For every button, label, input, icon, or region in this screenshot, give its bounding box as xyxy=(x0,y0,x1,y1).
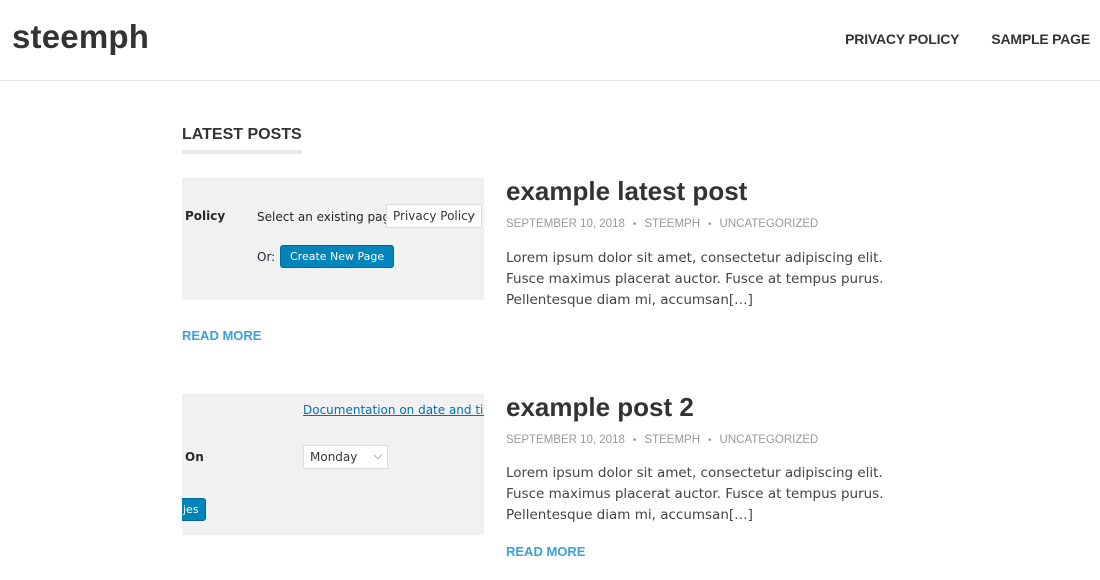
post-title[interactable]: example post 2 xyxy=(506,392,694,423)
thumb-partial-button: jes xyxy=(182,498,206,521)
meta-separator: • xyxy=(708,434,712,446)
thumb-label: Policy xyxy=(185,209,226,223)
thumb-doc-link: Documentation on date and time fo xyxy=(303,403,484,417)
post-date[interactable]: SEPTEMBER 10, 2018 xyxy=(506,218,625,230)
thumb-select-label: Select an existing page: xyxy=(257,210,402,224)
post-author[interactable]: STEEMPH xyxy=(644,434,700,446)
post-thumbnail[interactable]: Policy Select an existing page: Privacy … xyxy=(182,178,484,300)
post-thumbnail[interactable]: Documentation on date and time fo On Mon… xyxy=(182,394,484,535)
chevron-down-icon: ⌵ xyxy=(373,449,382,462)
post-meta: SEPTEMBER 10, 2018 • STEEMPH • UNCATEGOR… xyxy=(506,218,818,230)
read-more-link[interactable]: READ MORE xyxy=(182,328,261,343)
chevron-down-icon: ⌵ xyxy=(467,208,476,221)
thumb-label: On xyxy=(185,450,204,464)
site-header: steemph PRIVACY POLICY SAMPLE PAGE xyxy=(0,0,1100,81)
post-category[interactable]: UNCATEGORIZED xyxy=(720,434,819,446)
site-title[interactable]: steemph xyxy=(12,18,149,56)
post-excerpt: Lorem ipsum dolor sit amet, consectetur … xyxy=(506,465,884,523)
nav-item-privacy-policy[interactable]: PRIVACY POLICY xyxy=(845,31,959,47)
nav-item-sample-page[interactable]: SAMPLE PAGE xyxy=(991,31,1090,47)
thumb-select-value: Privacy Policy xyxy=(393,209,475,223)
thumb-select: Monday ⌵ xyxy=(303,445,388,469)
read-more-link[interactable]: READ MORE xyxy=(506,544,585,559)
latest-posts-heading: LATEST POSTS xyxy=(182,126,302,154)
post-meta: SEPTEMBER 10, 2018 • STEEMPH • UNCATEGOR… xyxy=(506,434,818,446)
thumb-select: Privacy Policy ⌵ xyxy=(386,204,482,228)
post-category[interactable]: UNCATEGORIZED xyxy=(720,218,819,230)
meta-separator: • xyxy=(708,218,712,230)
post-date[interactable]: SEPTEMBER 10, 2018 xyxy=(506,434,625,446)
main-nav: PRIVACY POLICY SAMPLE PAGE xyxy=(845,31,1090,47)
meta-separator: • xyxy=(632,218,637,230)
post-title[interactable]: example latest post xyxy=(506,176,747,207)
thumb-select-value: Monday xyxy=(310,450,358,464)
post-excerpt: Lorem ipsum dolor sit amet, consectetur … xyxy=(506,250,884,308)
thumb-create-page-button: Create New Page xyxy=(280,245,395,268)
meta-separator: • xyxy=(632,434,637,446)
post-author[interactable]: STEEMPH xyxy=(644,218,700,230)
thumb-or-label: Or: xyxy=(257,250,276,264)
